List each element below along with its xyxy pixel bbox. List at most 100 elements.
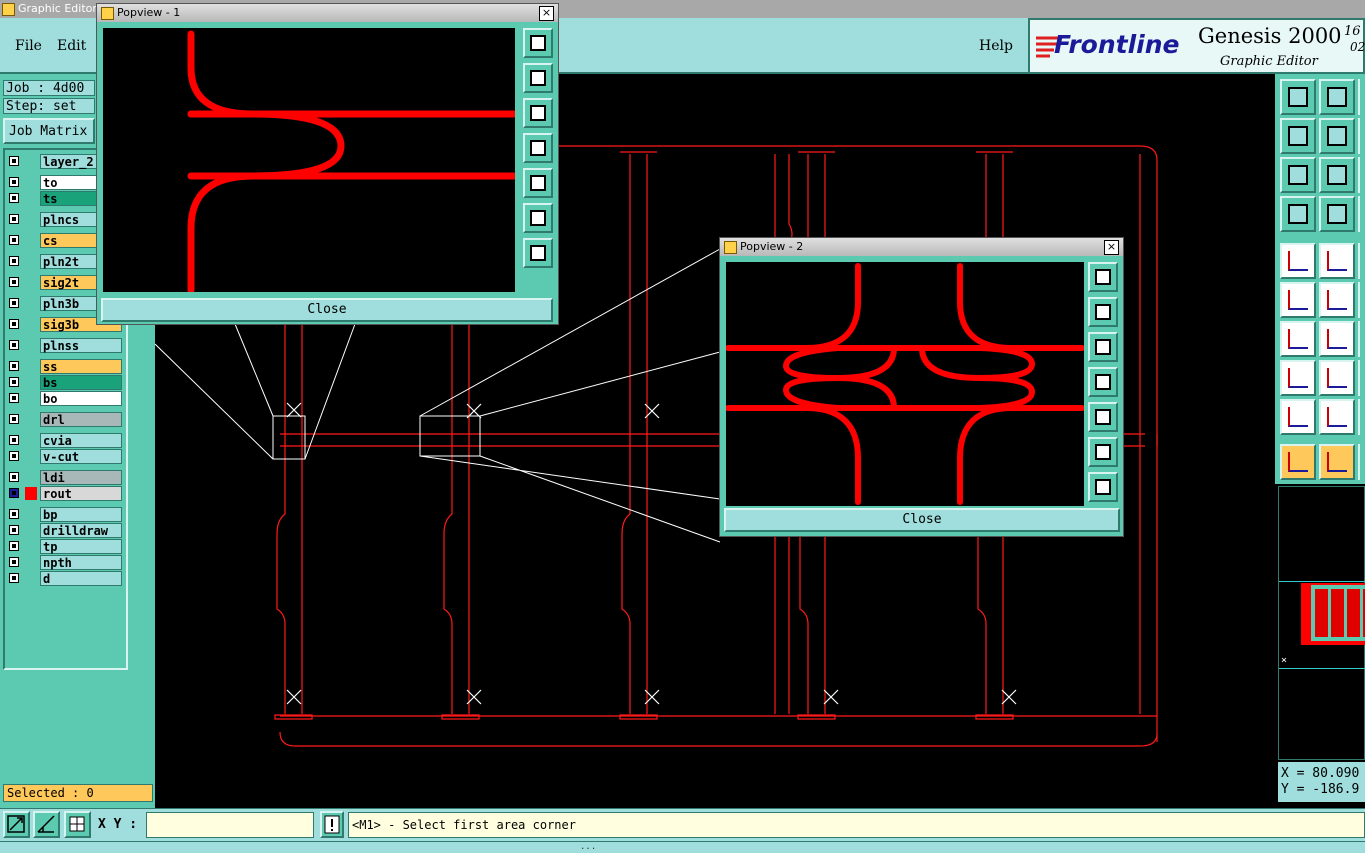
layer-checkbox[interactable] (9, 435, 19, 445)
menu-help[interactable]: Help (979, 38, 1013, 54)
select-button[interactable] (1280, 243, 1316, 279)
grid-button[interactable] (64, 811, 91, 838)
toolbar-edge-button[interactable] (1358, 118, 1365, 154)
menu-edit[interactable]: Edit (57, 38, 86, 54)
connect-icon (1288, 290, 1308, 310)
zoom-center-button[interactable] (1319, 157, 1355, 193)
layer-checkbox[interactable] (9, 298, 19, 308)
layer-checkbox[interactable] (9, 193, 19, 203)
layer-checkbox[interactable] (9, 557, 19, 567)
probe-button[interactable] (1319, 196, 1355, 232)
tools-icon (1288, 204, 1308, 224)
popview-1-titlebar: Popview - 1 × (97, 4, 558, 22)
popview-2-zoom-left-button[interactable] (1088, 367, 1118, 397)
toolbar-edge-button[interactable] (1358, 444, 1365, 480)
overview-map[interactable]: × (1278, 486, 1365, 760)
layer-row-v-cut[interactable]: v-cut (7, 449, 123, 464)
connect-button[interactable] (1280, 282, 1316, 318)
arc-button[interactable] (1319, 321, 1355, 357)
surface-button[interactable] (1319, 399, 1355, 435)
layer-checkbox[interactable] (9, 573, 19, 583)
zoom-left-button[interactable] (1280, 118, 1316, 154)
zoom-fit-icon (1095, 444, 1111, 460)
toolbar-edge-button[interactable] (1358, 282, 1365, 318)
layer-row-drl[interactable]: drl (7, 412, 123, 427)
cross-button[interactable] (1319, 282, 1355, 318)
popview-1-zoom-home-button[interactable] (523, 28, 553, 58)
layer-row-bo[interactable]: bo (7, 391, 123, 406)
popview-2-zoom-center-button[interactable] (1088, 472, 1118, 502)
tools-button[interactable] (1280, 196, 1316, 232)
layer-checkbox[interactable] (9, 177, 19, 187)
xy-input[interactable] (146, 812, 314, 838)
popview-2-close-button[interactable]: Close (724, 508, 1120, 532)
toolbar-edge-button[interactable] (1358, 321, 1365, 357)
pad-button[interactable] (1280, 360, 1316, 396)
popview-1-close-button[interactable]: Close (101, 298, 553, 322)
popview-1-zoom-bottom-button[interactable] (523, 98, 553, 128)
toolbar-edge-button[interactable] (1358, 196, 1365, 232)
layer-row-ss[interactable]: ss (7, 359, 123, 374)
alert-button[interactable] (320, 811, 344, 838)
layer-checkbox[interactable] (9, 235, 19, 245)
zoom-area-button[interactable] (3, 811, 30, 838)
popview-2-zoom-home-button[interactable] (1088, 262, 1118, 292)
pointer-button[interactable] (1280, 444, 1316, 480)
popview-1-zoom-right-button[interactable] (523, 168, 553, 198)
toolbar-edge-button[interactable] (1358, 399, 1365, 435)
toolbar-edge-button[interactable] (1358, 157, 1365, 193)
layer-row-plnss[interactable]: plnss (7, 338, 123, 353)
popview-2-zoom-bottom-button[interactable] (1088, 332, 1118, 362)
zoom-top-button[interactable] (1319, 79, 1355, 115)
popview-1-close-icon[interactable]: × (539, 6, 554, 21)
popview-1-zoom-fit-button[interactable] (523, 203, 553, 233)
coord-y: Y = -186.9 (1281, 782, 1360, 797)
layer-row-npth[interactable]: npth (7, 555, 123, 570)
layer-row-rout[interactable]: rout (7, 486, 123, 501)
layer-checkbox[interactable] (9, 541, 19, 551)
layer-checkbox[interactable] (9, 525, 19, 535)
layer-checkbox[interactable] (9, 156, 19, 166)
layer-checkbox[interactable] (9, 214, 19, 224)
popview-1-zoom-left-button[interactable] (523, 133, 553, 163)
layer-row-tp[interactable]: tp (7, 539, 123, 554)
measure-button[interactable] (33, 811, 60, 838)
layer-checkbox[interactable] (9, 393, 19, 403)
zoom-home-button[interactable] (1280, 79, 1316, 115)
layer-checkbox[interactable] (9, 277, 19, 287)
toolbar-edge-button[interactable] (1358, 243, 1365, 279)
layer-row-d[interactable]: d (7, 571, 123, 586)
layer-checkbox[interactable] (9, 256, 19, 266)
zoom-fit-button[interactable] (1280, 157, 1316, 193)
layer-row-drilldraw[interactable]: drilldraw (7, 523, 123, 538)
line-button[interactable] (1280, 321, 1316, 357)
toolbar-edge-button[interactable] (1358, 79, 1365, 115)
layer-row-bp[interactable]: bp (7, 507, 123, 522)
menu-file[interactable]: File (15, 38, 42, 54)
layer-row-bs[interactable]: bs (7, 375, 123, 390)
popview-1-zoom-center-button[interactable] (523, 238, 553, 268)
dash-button[interactable] (1319, 360, 1355, 396)
popview-2-zoom-top-button[interactable] (1088, 297, 1118, 327)
popview-1-zoom-top-button[interactable] (523, 63, 553, 93)
layer-checkbox[interactable] (9, 472, 19, 482)
job-matrix-button[interactable]: Job Matrix (3, 118, 95, 144)
pointer-alt-button[interactable] (1319, 444, 1355, 480)
layer-checkbox[interactable] (9, 319, 19, 329)
layer-row-cvia[interactable]: cvia (7, 433, 123, 448)
layer-checkbox[interactable] (9, 488, 19, 498)
rotate-button[interactable] (1319, 243, 1355, 279)
layer-checkbox[interactable] (9, 361, 19, 371)
layer-checkbox[interactable] (9, 340, 19, 350)
layer-checkbox[interactable] (9, 377, 19, 387)
layer-row-ldi[interactable]: ldi (7, 470, 123, 485)
popview-2-zoom-right-button[interactable] (1088, 402, 1118, 432)
layer-checkbox[interactable] (9, 451, 19, 461)
popview-2-close-icon[interactable]: × (1104, 240, 1119, 255)
layer-checkbox[interactable] (9, 509, 19, 519)
zoom-right-button[interactable] (1319, 118, 1355, 154)
layer-checkbox[interactable] (9, 414, 19, 424)
poly-button[interactable] (1280, 399, 1316, 435)
popview-2-zoom-fit-button[interactable] (1088, 437, 1118, 467)
toolbar-edge-button[interactable] (1358, 360, 1365, 396)
